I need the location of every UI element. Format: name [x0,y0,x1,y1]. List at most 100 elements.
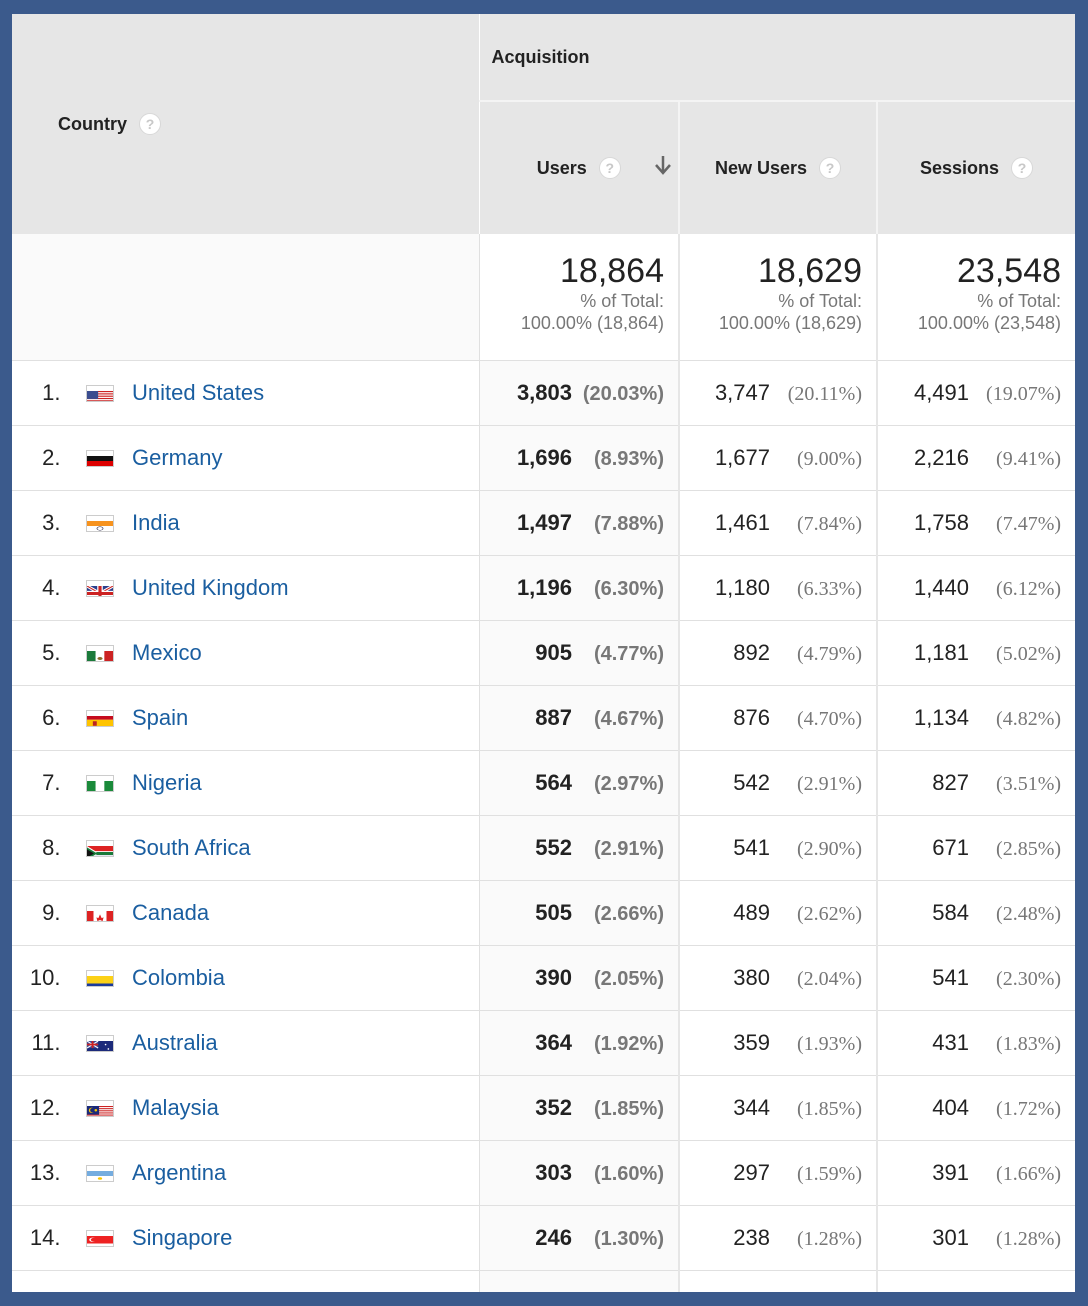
new-users-percent: (1.85%) [797,1098,862,1120]
table-header: Country ? Acquisition Users ? New Users … [12,14,1075,234]
new-users-percent: (7.84%) [797,513,862,535]
new-users-cell: 1,461 (7.84%) [679,490,878,556]
table-row: 11. Australia 364 (1.92%) 359 (1.93%) 431 (… [12,1010,1075,1076]
country-link[interactable]: Canada [132,900,209,926]
new-users-percent: (6.33%) [797,578,862,600]
sessions-percent: (3.51%) [996,773,1062,795]
users-value: 1,196 [516,575,572,600]
country-cell: 8. South Africa [12,815,480,881]
country-link[interactable]: Netherlands [132,1290,251,1292]
country-column-header[interactable]: Country ? [12,14,480,234]
sort-descending-icon[interactable] [654,154,672,176]
flag-co-icon [86,970,114,987]
country-link[interactable]: South Africa [132,835,251,861]
flag-my-icon [86,1100,114,1117]
sessions-value: 827 [932,770,970,795]
sessions-cell: 1,440 (6.12%) [877,555,1075,621]
users-cell: 352 (1.85%) [479,1075,680,1141]
users-value: 364 [535,1030,572,1055]
country-link[interactable]: Malaysia [132,1095,219,1121]
row-rank: 11. [31,1030,61,1055]
table-row: 13. Argentina 303 (1.60%) 297 (1.59%) 391 (… [12,1140,1075,1206]
flag-es-icon [86,710,114,727]
users-value: 3,803 [516,380,572,405]
table-row: 8. South Africa 552 (2.91%) 541 (2.90%) 67… [12,815,1075,881]
table-row: 15. Netherlands 229(1.21%) 223(1.20%) 26… [12,1270,1075,1292]
users-percent: (2.97%) [593,773,664,795]
new-users-cell: 876 (4.70%) [679,685,878,751]
new-users-total: 18,629 % of Total: 100.00% (18,629) [679,234,878,361]
new-users-column-header[interactable]: New Users ? [679,101,878,234]
sessions-total: 23,548 % of Total: 100.00% (23,548) [877,234,1075,361]
country-link[interactable]: Spain [132,705,188,731]
new-users-cell: 223(1.20%) [679,1270,878,1292]
new-users-value: 1,180 [714,575,770,600]
country-link[interactable]: Nigeria [132,770,202,796]
new-users-value: 359 [733,1030,770,1055]
new-users-total-pct-detail: 100.00% (18,629) [718,313,862,333]
sessions-cell: 1,134 (4.82%) [877,685,1075,751]
users-help-icon[interactable]: ? [598,157,621,179]
table-row: 4. United Kingdom 1,196 (6.30%) 1,180 (6.3… [12,555,1075,621]
country-link[interactable]: United States [132,380,264,406]
users-cell: 1,497 (7.88%) [479,490,680,556]
country-link[interactable]: Colombia [132,965,225,991]
new-users-value: 223 [733,1290,770,1292]
users-value: 887 [535,705,572,730]
country-link[interactable]: Australia [132,1030,218,1056]
country-link[interactable]: India [132,510,180,536]
users-percent: (1.30%) [593,1228,664,1250]
new-users-help-icon[interactable]: ? [819,157,842,179]
new-users-cell: 542 (2.91%) [679,750,878,816]
sessions-value: 431 [932,1030,970,1055]
new-users-cell: 344 (1.85%) [679,1075,878,1141]
sessions-help-icon[interactable]: ? [1011,157,1034,179]
users-percent: (2.66%) [593,903,664,925]
sessions-percent: (1.72%) [996,1098,1062,1120]
new-users-cell: 238 (1.28%) [679,1205,878,1271]
flag-ca-icon [86,905,114,922]
flag-ar-icon [86,1165,114,1182]
acquisition-header-label: Acquisition [491,46,590,67]
sessions-column-header[interactable]: Sessions ? [877,101,1075,234]
users-percent: (7.88%) [593,513,664,535]
users-percent: (2.91%) [593,838,664,860]
new-users-percent: (20.11%) [787,383,862,405]
flag-in-icon [86,515,114,532]
users-cell: 887 (4.67%) [479,685,680,751]
country-link[interactable]: Germany [132,445,222,471]
sessions-total-pct-detail: 100.00% (23,548) [917,313,1062,333]
flag-au-icon [86,1035,114,1052]
sessions-value: 391 [932,1160,970,1185]
sessions-percent: (19.07%) [986,383,1062,405]
sessions-cell: 827 (3.51%) [877,750,1075,816]
flag-sg-icon [86,1230,114,1247]
sessions-cell: 584 (2.48%) [877,880,1075,946]
sessions-cell: 431 (1.83%) [877,1010,1075,1076]
new-users-percent: (1.59%) [797,1163,862,1185]
sessions-value: 541 [932,965,970,990]
sessions-value: 584 [932,900,970,925]
users-column-header[interactable]: Users ? [479,101,680,234]
country-help-icon[interactable]: ? [139,113,161,135]
new-users-cell: 297 (1.59%) [679,1140,878,1206]
new-users-cell: 1,180 (6.33%) [679,555,878,621]
new-users-value: 489 [733,900,770,925]
totals-spacer [12,234,480,361]
table-row: 14. Singapore 246 (1.30%) 238 (1.28%) 301 (… [12,1205,1075,1271]
new-users-cell: 541 (2.90%) [679,815,878,881]
country-link[interactable]: Singapore [132,1225,232,1251]
flag-gb-icon [86,580,114,597]
country-cell: 5. Mexico [12,620,480,686]
users-total-pct-detail: 100.00% (18,864) [520,313,664,333]
users-value: 246 [535,1225,572,1250]
table-row: 1. United States 3,803 (20.03%) 3,747 (20.… [12,360,1075,426]
new-users-value: 238 [733,1225,770,1250]
sessions-cell: 404 (1.72%) [877,1075,1075,1141]
users-value: 229 [535,1290,572,1292]
row-rank: 5. [42,640,61,665]
country-link[interactable]: Mexico [132,640,202,666]
country-link[interactable]: United Kingdom [132,575,289,601]
country-link[interactable]: Argentina [132,1160,226,1186]
users-percent: (1.85%) [593,1098,664,1120]
